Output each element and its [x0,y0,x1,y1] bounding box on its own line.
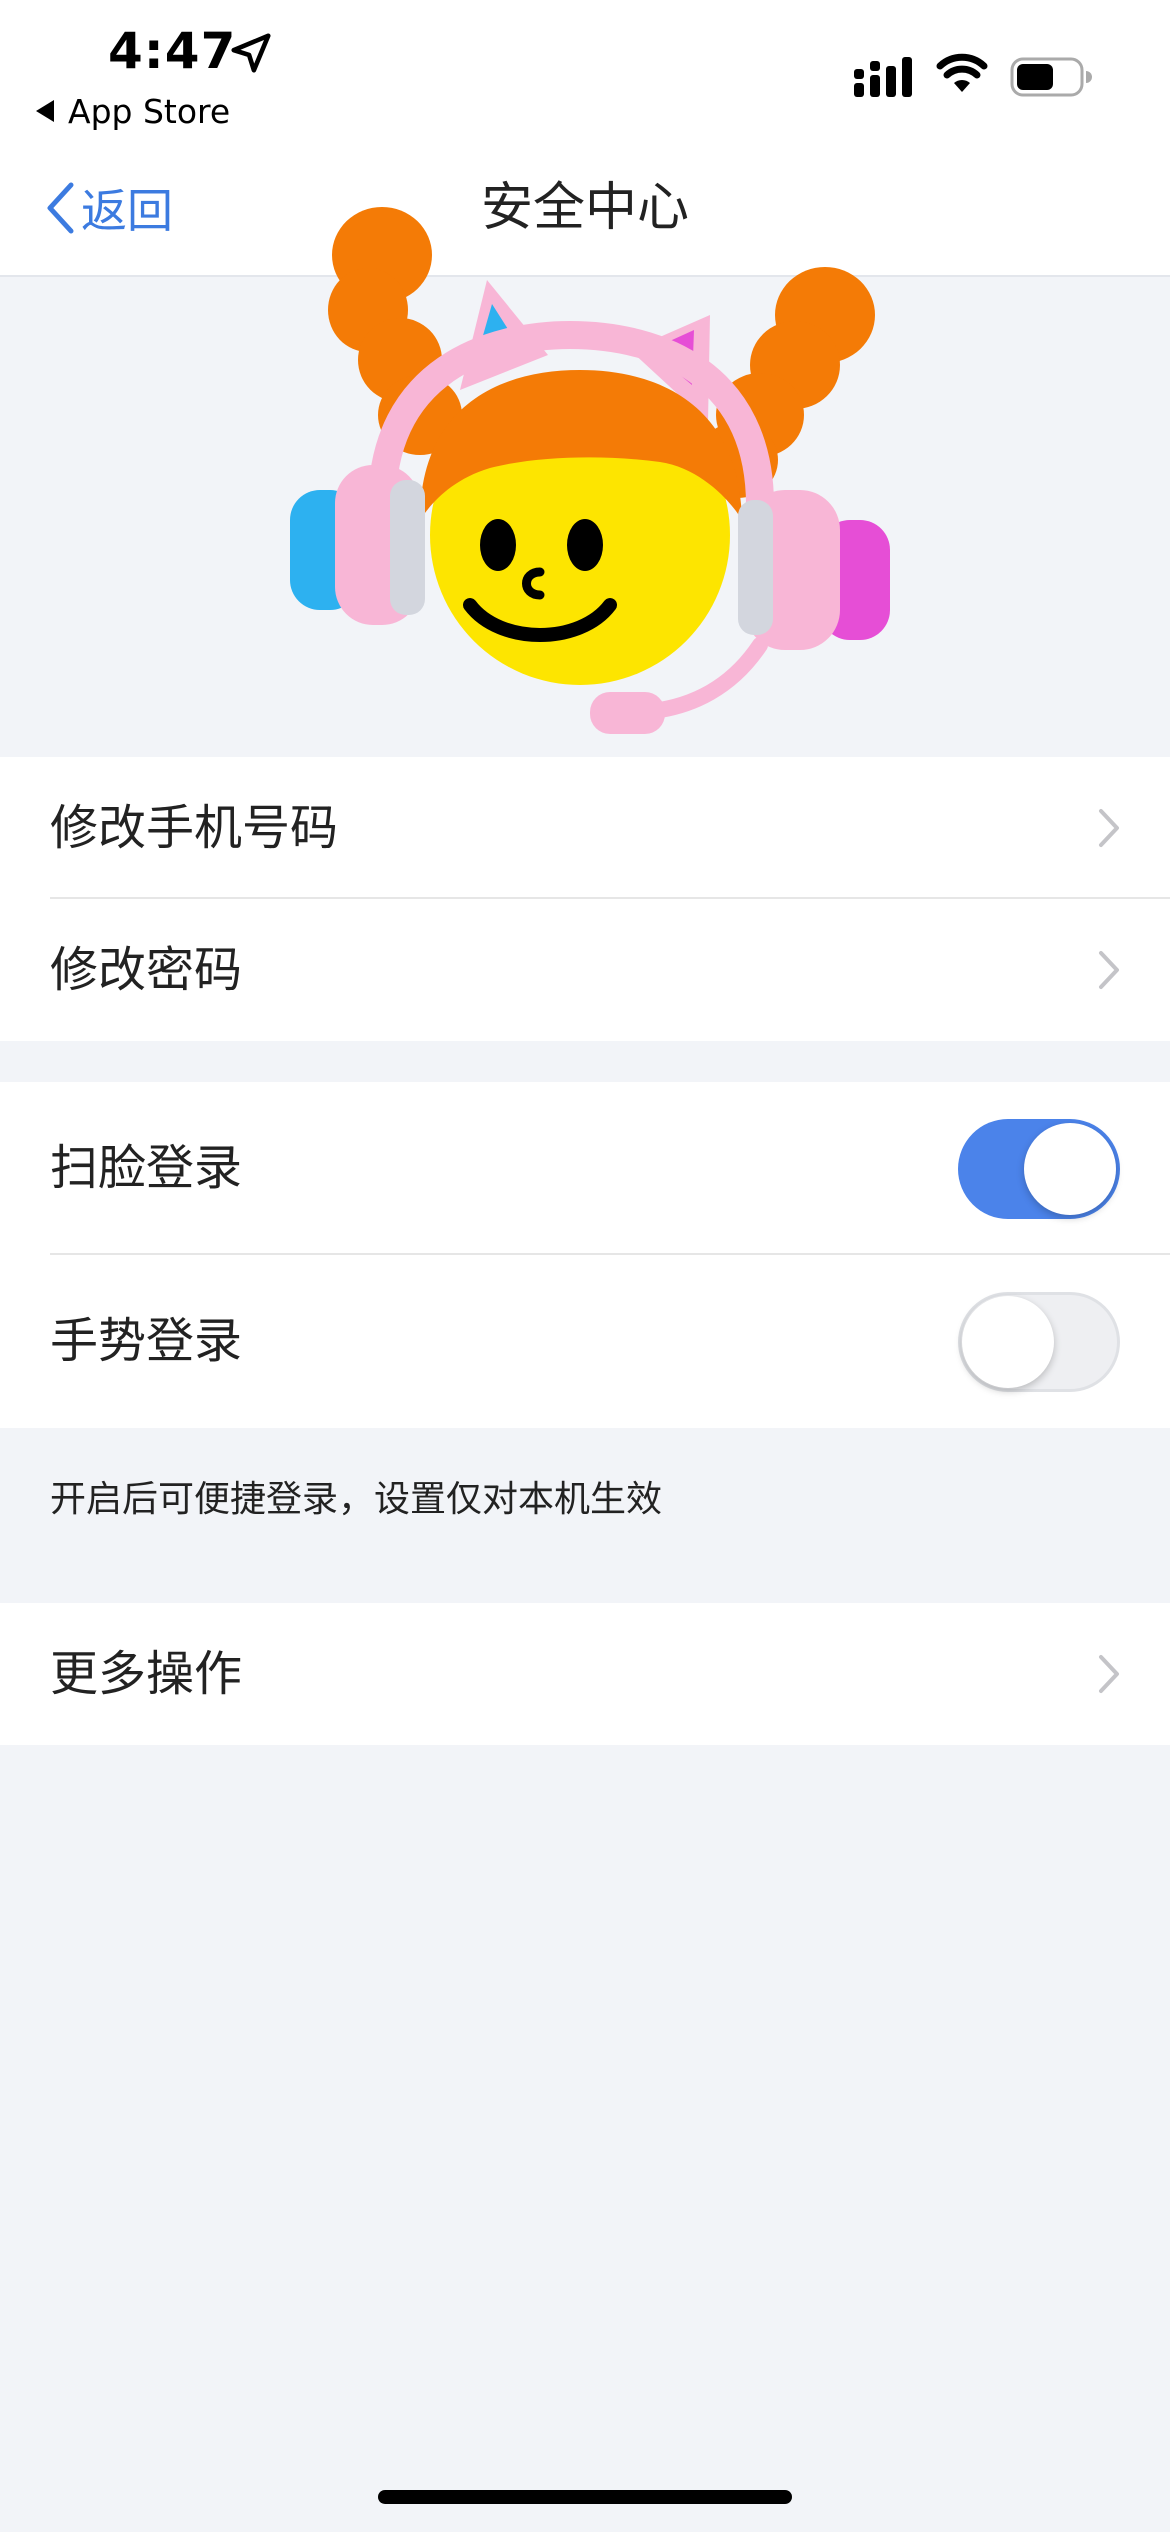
face-login-label: 扫脸登录 [50,1140,243,1196]
mascot-illustration [290,207,890,734]
change-phone-label: 修改手机号码 [50,800,339,856]
toggle-knob [1024,1122,1116,1215]
change-password-label: 修改密码 [50,942,243,998]
account-settings-group: 修改手机号码 修改密码 [0,757,1170,1041]
face-login-toggle[interactable] [958,1118,1120,1219]
login-settings-group: 扫脸登录 手势登录 [0,1082,1170,1428]
location-arrow-icon [231,33,271,73]
change-password-row[interactable]: 修改密码 [0,899,1170,1041]
back-app-label: App Store [68,92,231,131]
more-actions-group: 更多操作 [0,1603,1170,1745]
gesture-login-row: 手势登录 [0,1255,1170,1428]
battery-icon [1010,57,1092,97]
status-time: 4:47 [108,22,237,80]
status-bar: 4:47 App Store [0,0,1170,150]
wifi-icon [936,53,988,92]
more-actions-label: 更多操作 [50,1646,243,1702]
gesture-login-toggle[interactable] [958,1291,1120,1392]
toggle-knob [962,1295,1054,1388]
back-triangle-icon [36,100,54,122]
back-to-app-link[interactable]: App Store [36,92,230,131]
home-indicator[interactable] [378,2490,792,2504]
more-actions-row[interactable]: 更多操作 [0,1603,1170,1745]
chevron-right-icon [1099,951,1119,989]
chevron-right-icon [1099,809,1119,847]
face-login-row: 扫脸登录 [0,1082,1170,1255]
change-phone-row[interactable]: 修改手机号码 [0,757,1170,899]
chevron-right-icon [1099,1655,1119,1693]
cellular-signal-icon [854,57,912,97]
gesture-login-label: 手势登录 [50,1313,243,1369]
login-hint-text: 开启后可便捷登录，设置仅对本机生效 [50,1479,663,1520]
